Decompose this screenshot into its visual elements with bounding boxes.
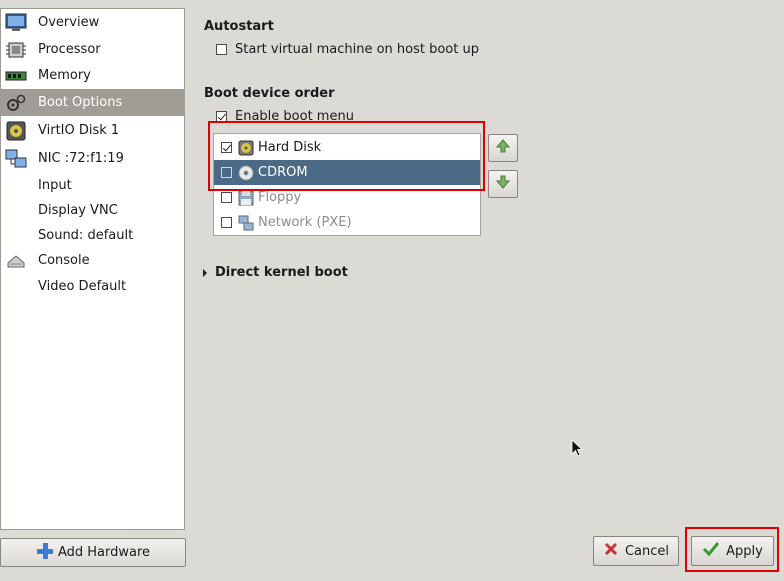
boot-device-cdrom[interactable]: CDROM xyxy=(214,160,480,185)
network-icon xyxy=(5,149,27,169)
disk-icon xyxy=(5,121,27,141)
sidebar-item-memory[interactable]: Memory xyxy=(1,62,185,89)
boot-device-list: Hard Disk CDROM Floppy Network (PXE) xyxy=(213,133,481,236)
sidebar-item-nic[interactable]: NIC :72:f1:19 xyxy=(1,145,185,172)
gears-icon xyxy=(5,93,27,113)
direct-kernel-title: Direct kernel boot xyxy=(215,265,348,280)
sidebar-item-display-vnc[interactable]: Display VNC xyxy=(1,197,185,224)
console-icon xyxy=(5,251,27,271)
boot-device-label: Network (PXE) xyxy=(258,215,352,230)
arrow-down-icon xyxy=(495,174,511,194)
autostart-checkbox[interactable] xyxy=(216,44,227,55)
sidebar-item-label: Video Default xyxy=(38,279,127,294)
boot-device-checkbox[interactable] xyxy=(221,192,232,203)
move-down-button[interactable] xyxy=(488,170,518,198)
plus-icon xyxy=(36,542,54,564)
cancel-label: Cancel xyxy=(624,543,670,559)
sidebar-item-label: Boot Options xyxy=(38,95,123,110)
network-icon xyxy=(238,215,254,231)
enable-boot-menu-checkbox[interactable] xyxy=(216,111,227,122)
direct-kernel-expander[interactable]: Direct kernel boot xyxy=(203,265,348,280)
boot-device-checkbox[interactable] xyxy=(221,167,232,178)
boot-device-floppy[interactable]: Floppy xyxy=(214,185,480,210)
memory-icon xyxy=(5,66,27,86)
harddisk-icon xyxy=(238,140,254,156)
autostart-label: Start virtual machine on host boot up xyxy=(235,42,479,57)
sidebar-item-console[interactable]: Console xyxy=(1,247,185,274)
cpu-icon xyxy=(5,40,27,60)
add-hardware-button[interactable]: Add Hardware xyxy=(0,538,186,567)
floppy-icon xyxy=(238,190,254,206)
apply-label: Apply xyxy=(726,543,763,559)
sidebar-item-sound[interactable]: Sound: default xyxy=(1,222,185,249)
sidebar-item-overview[interactable]: Overview xyxy=(1,9,185,36)
boot-device-checkbox[interactable] xyxy=(221,142,232,153)
checkmark-icon xyxy=(702,541,720,561)
boot-device-label: CDROM xyxy=(258,165,308,180)
add-hardware-label: Add Hardware xyxy=(57,545,151,560)
boot-device-checkbox[interactable] xyxy=(221,217,232,228)
arrow-up-icon xyxy=(495,138,511,158)
sidebar-item-label: Processor xyxy=(38,42,101,57)
sidebar-item-boot-options[interactable]: Boot Options xyxy=(1,89,185,116)
move-up-button[interactable] xyxy=(488,134,518,162)
sidebar-item-input[interactable]: Input xyxy=(1,172,185,199)
sidebar-item-label: VirtIO Disk 1 xyxy=(38,123,120,138)
sidebar-item-label: Overview xyxy=(38,15,100,30)
sidebar-item-label: NIC :72:f1:19 xyxy=(38,151,124,166)
sidebar-item-label: Sound: default xyxy=(38,228,134,243)
sidebar-item-label: Console xyxy=(38,253,90,268)
boot-device-label: Floppy xyxy=(258,190,302,205)
boot-order-title: Boot device order xyxy=(204,86,335,101)
sidebar-item-label: Input xyxy=(38,178,72,193)
enable-boot-menu-row[interactable]: Enable boot menu xyxy=(216,109,354,124)
hardware-list: Overview Processor Memory Boot Options V… xyxy=(0,8,185,530)
boot-device-label: Hard Disk xyxy=(258,140,322,155)
cdrom-icon xyxy=(238,165,254,181)
sidebar-item-video[interactable]: Video Default xyxy=(1,273,185,300)
enable-boot-menu-label: Enable boot menu xyxy=(235,109,354,124)
apply-button[interactable]: Apply xyxy=(691,536,774,566)
mouse-cursor-icon xyxy=(571,439,584,461)
autostart-title: Autostart xyxy=(204,19,274,34)
cancel-button[interactable]: Cancel xyxy=(593,536,679,566)
sidebar-item-label: Display VNC xyxy=(38,203,118,218)
autostart-checkbox-row[interactable]: Start virtual machine on host boot up xyxy=(216,42,479,57)
sidebar-item-processor[interactable]: Processor xyxy=(1,36,185,63)
expander-arrow-icon xyxy=(203,268,207,277)
boot-device-network-pxe[interactable]: Network (PXE) xyxy=(214,210,480,235)
sidebar-item-label: Memory xyxy=(38,68,91,83)
cancel-icon xyxy=(603,541,619,561)
sidebar-item-virtio-disk[interactable]: VirtIO Disk 1 xyxy=(1,117,185,144)
monitor-icon xyxy=(5,13,27,33)
boot-device-hard-disk[interactable]: Hard Disk xyxy=(214,135,480,160)
